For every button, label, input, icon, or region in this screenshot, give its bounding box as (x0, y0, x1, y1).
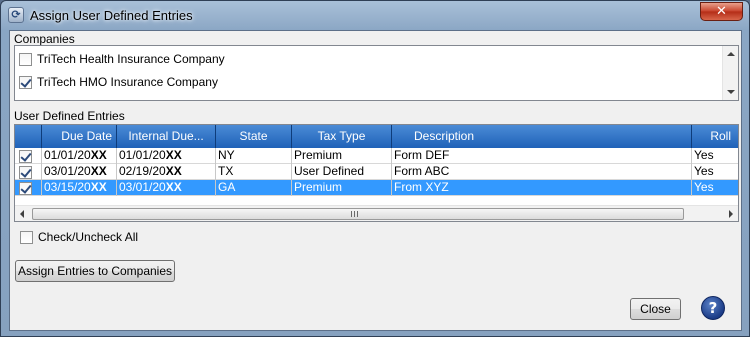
description-cell[interactable]: Form ABC (392, 164, 692, 180)
window-close-button[interactable]: ✕ (700, 2, 743, 21)
dialog-body: Companies TriTech Health Insurance Compa… (9, 30, 742, 331)
roll-cell[interactable]: Yes (692, 148, 738, 164)
column-header-internal-due[interactable]: Internal Due... (117, 125, 216, 148)
company-name: TriTech HMO Insurance Company (37, 75, 218, 89)
due-date-value: 01/01/20 (44, 148, 91, 162)
row-checkbox[interactable] (19, 181, 32, 195)
check-all-checkbox[interactable] (20, 230, 33, 244)
title-bar[interactable]: ⟳ Assign User Defined Entries ✕ (1, 1, 749, 29)
due-date-cell[interactable]: 01/01/20XX (42, 148, 117, 164)
internal-due-suffix: XX (165, 148, 182, 162)
tax-type-cell[interactable]: Premium (292, 180, 392, 196)
row-check-cell[interactable] (15, 180, 42, 196)
row-checkbox[interactable] (19, 149, 32, 163)
scroll-right-arrow-icon[interactable] (729, 210, 733, 218)
roll-cell[interactable]: Yes (692, 164, 738, 180)
state-cell[interactable]: GA (216, 180, 292, 196)
table-row[interactable]: 01/01/20XX 01/01/20XX NY Premium Form DE… (15, 148, 738, 164)
column-header-description[interactable]: Description (392, 125, 692, 148)
scroll-left-arrow-icon[interactable] (20, 210, 24, 218)
internal-due-value: 02/19/20 (119, 164, 166, 178)
scroll-thumb[interactable] (32, 208, 684, 220)
internal-due-cell[interactable]: 03/01/20XX (117, 180, 216, 196)
column-header-check[interactable] (15, 125, 42, 148)
entries-grid[interactable]: Due Date Internal Due... State Tax Type … (14, 124, 739, 222)
assign-entries-button[interactable]: Assign Entries to Companies (15, 260, 175, 282)
column-header-due-date[interactable]: Due Date (42, 125, 117, 148)
internal-due-suffix: XX (165, 180, 182, 194)
roll-cell[interactable]: Yes (692, 180, 738, 196)
grip-icon (351, 211, 360, 217)
column-header-state[interactable]: State (216, 125, 292, 148)
company-item[interactable]: TriTech HMO Insurance Company (19, 72, 218, 92)
scroll-up-arrow-icon[interactable] (727, 52, 735, 56)
dialog-window: ⟳ Assign User Defined Entries ✕ Companie… (0, 0, 750, 337)
company-item[interactable]: TriTech Health Insurance Company (19, 49, 225, 69)
company-name: TriTech Health Insurance Company (37, 52, 225, 66)
due-date-suffix: XX (90, 148, 107, 162)
grid-header: Due Date Internal Due... State Tax Type … (15, 125, 738, 148)
company-checkbox[interactable] (19, 52, 32, 66)
internal-due-cell[interactable]: 02/19/20XX (117, 164, 216, 180)
check-all-label: Check/Uncheck All (38, 230, 139, 244)
due-date-suffix: XX (90, 180, 107, 194)
column-header-roll[interactable]: Roll (692, 125, 738, 148)
due-date-value: 03/15/20 (44, 180, 91, 194)
app-icon: ⟳ (8, 7, 24, 23)
row-checkbox[interactable] (19, 165, 32, 179)
help-icon[interactable]: ? (701, 296, 725, 320)
row-check-cell[interactable] (15, 148, 42, 164)
scroll-down-arrow-icon[interactable] (727, 90, 735, 94)
internal-due-value: 01/01/20 (119, 148, 166, 162)
companies-label: Companies (14, 32, 75, 46)
companies-list[interactable]: TriTech Health Insurance Company TriTech… (14, 45, 739, 101)
due-date-suffix: XX (90, 164, 107, 178)
entries-label: User Defined Entries (14, 109, 125, 123)
window-title: Assign User Defined Entries (30, 8, 193, 23)
internal-due-suffix: XX (165, 164, 182, 178)
description-cell[interactable]: Form DEF (392, 148, 692, 164)
close-button[interactable]: Close (630, 298, 681, 320)
companies-vertical-scrollbar[interactable] (722, 46, 738, 100)
due-date-cell[interactable]: 03/15/20XX (42, 180, 117, 196)
due-date-value: 03/01/20 (44, 164, 91, 178)
internal-due-cell[interactable]: 01/01/20XX (117, 148, 216, 164)
table-row[interactable]: 03/15/20XX 03/01/20XX GA Premium From XY… (15, 180, 738, 196)
company-checkbox[interactable] (19, 75, 32, 89)
description-cell[interactable]: From XYZ (392, 180, 692, 196)
state-cell[interactable]: NY (216, 148, 292, 164)
internal-due-value: 03/01/20 (119, 180, 166, 194)
state-cell[interactable]: TX (216, 164, 292, 180)
row-check-cell[interactable] (15, 164, 42, 180)
column-header-tax-type[interactable]: Tax Type (292, 125, 392, 148)
table-row[interactable]: 03/01/20XX 02/19/20XX TX User Defined Fo… (15, 164, 738, 180)
tax-type-cell[interactable]: User Defined (292, 164, 392, 180)
due-date-cell[interactable]: 03/01/20XX (42, 164, 117, 180)
tax-type-cell[interactable]: Premium (292, 148, 392, 164)
grid-horizontal-scrollbar[interactable] (15, 205, 738, 221)
check-all-control[interactable]: Check/Uncheck All (20, 229, 138, 245)
